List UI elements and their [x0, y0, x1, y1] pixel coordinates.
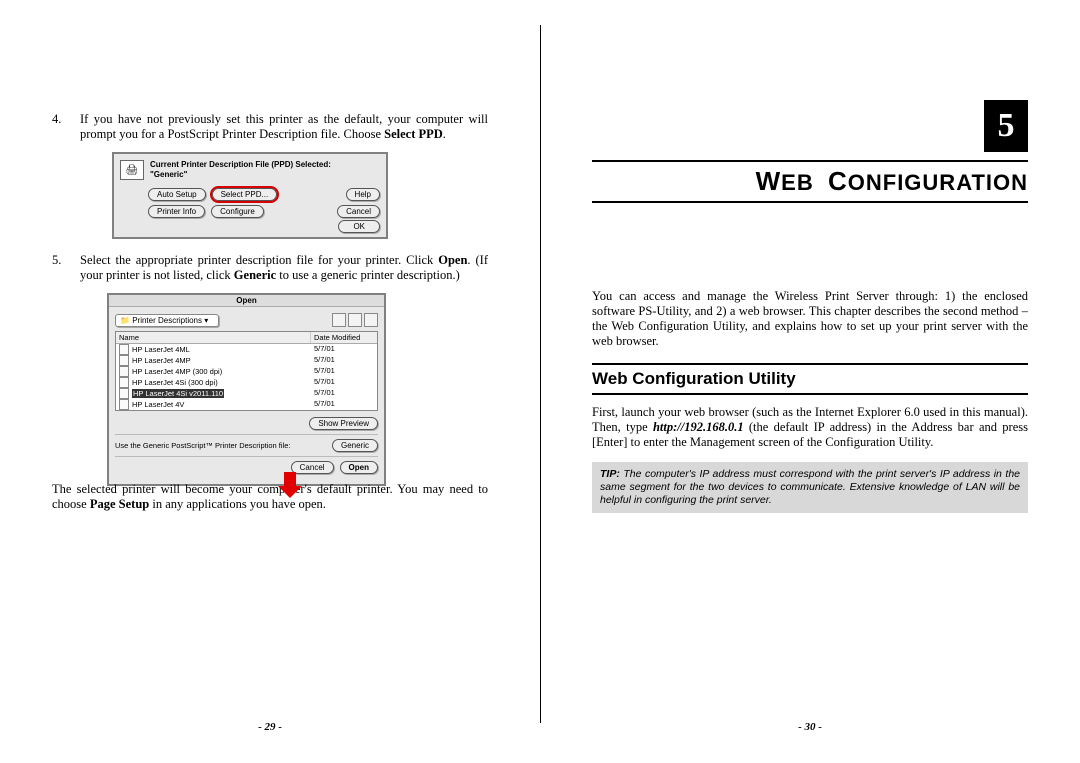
list-item-4: 4. If you have not previously set this p…: [52, 112, 488, 142]
folder-dropdown[interactable]: 📁 Printer Descriptions ▾: [115, 314, 219, 327]
item-text: If you have not previously set this prin…: [80, 112, 488, 142]
document-icon: [119, 355, 129, 366]
file-list[interactable]: Name Date Modified HP LaserJet 4ML5/7/01…: [115, 331, 378, 411]
col-name: Name: [116, 332, 311, 343]
cancel-button[interactable]: Cancel: [337, 205, 380, 218]
url-text: http://192.168.0.1: [653, 420, 744, 434]
printer-info-button[interactable]: Printer Info: [148, 205, 205, 218]
generic-note: Use the Generic PostScript™ Printer Desc…: [115, 441, 326, 450]
bold-text: Select PPD: [384, 127, 443, 141]
text-run: Select the appropriate printer descripti…: [80, 253, 438, 267]
cap-letter: W: [756, 166, 782, 196]
page-number: - 29 -: [0, 721, 540, 733]
tip-label: TIP:: [600, 468, 620, 480]
document-icon: [119, 344, 129, 355]
bold-text: Generic: [234, 268, 276, 282]
tip-text: The computer's IP address must correspon…: [600, 468, 1020, 506]
document-icon: [119, 388, 129, 399]
item-number: 4.: [52, 112, 80, 142]
file-row[interactable]: HP LaserJet 4MP (300 dpi)5/7/01: [116, 366, 377, 377]
file-row[interactable]: HP LaserJet 4V5/7/01: [116, 399, 377, 410]
toolbar-icon[interactable]: [364, 313, 378, 327]
open-button[interactable]: Open: [340, 461, 378, 474]
file-row[interactable]: HP LaserJet 4Si (300 dpi)5/7/01: [116, 377, 377, 388]
toolbar-icon[interactable]: [348, 313, 362, 327]
chapter-title: WEB CONFIGURATION: [592, 160, 1028, 203]
ok-button[interactable]: OK: [338, 220, 380, 233]
page-29: 4. If you have not previously set this p…: [0, 0, 540, 763]
bold-text: Open: [438, 253, 467, 267]
page-number: - 30 -: [540, 721, 1080, 733]
bold-text: Page Setup: [90, 497, 149, 511]
open-dialog-screenshot: Open 📁 Printer Descriptions ▾ Name Date …: [107, 293, 386, 486]
tip-box: TIP: The computer's IP address must corr…: [592, 462, 1028, 513]
list-item-5: 5. Select the appropriate printer descri…: [52, 253, 488, 283]
cap-letter: C: [828, 166, 848, 196]
select-ppd-button[interactable]: Select PPD...: [212, 188, 278, 201]
file-row[interactable]: HP LaserJet 4ML5/7/01: [116, 344, 377, 355]
text-run: .: [443, 127, 446, 141]
col-date: Date Modified: [311, 332, 377, 343]
auto-setup-button[interactable]: Auto Setup: [148, 188, 206, 201]
show-preview-button[interactable]: Show Preview: [309, 417, 378, 430]
item-text: Select the appropriate printer descripti…: [80, 253, 488, 283]
dialog-titlebar: Open: [109, 295, 384, 307]
text-run: EB: [781, 170, 814, 195]
document-icon: [119, 399, 129, 410]
printer-icon: 🖨: [120, 160, 144, 180]
header-line1: Current Printer Description File (PPD) S…: [150, 160, 331, 170]
text-run: ONFIGURATION: [848, 170, 1028, 195]
help-button[interactable]: Help: [346, 188, 380, 201]
configure-button[interactable]: Configure: [211, 205, 264, 218]
page-30: 5 WEB CONFIGURATION You can access and m…: [540, 0, 1080, 763]
document-icon: [119, 366, 129, 377]
closing-paragraph: The selected printer will become your co…: [52, 482, 488, 512]
ppd-dialog-screenshot: 🖨 Current Printer Description File (PPD)…: [112, 152, 388, 239]
item-number: 5.: [52, 253, 80, 283]
text-run: to use a generic printer description.): [276, 268, 460, 282]
generic-button[interactable]: Generic: [332, 439, 378, 452]
toolbar-icon[interactable]: [332, 313, 346, 327]
file-row[interactable]: HP LaserJet 4MP5/7/01: [116, 355, 377, 366]
file-row[interactable]: HP LaserJet 4Si v2011.1105/7/01: [116, 388, 377, 399]
section-title: Web Configuration Utility: [592, 363, 1028, 395]
dialog-header: Current Printer Description File (PPD) S…: [150, 160, 331, 180]
chapter-number-box: 5: [984, 100, 1028, 152]
header-line2: "Generic": [150, 170, 331, 180]
dropdown-label: Printer Descriptions: [132, 316, 202, 325]
page-divider: [540, 25, 541, 723]
intro-paragraph: You can access and manage the Wireless P…: [592, 289, 1028, 349]
utility-paragraph: First, launch your web browser (such as …: [592, 405, 1028, 450]
document-icon: [119, 377, 129, 388]
